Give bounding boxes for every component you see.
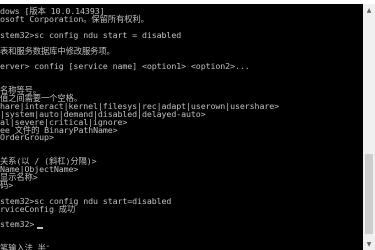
vertical-scrollbar[interactable]: ▲ ▼ [363, 4, 375, 250]
text-cursor [37, 227, 43, 229]
console-line: stem32> [0, 219, 35, 230]
console-line: 码> [0, 179, 14, 190]
console-output[interactable]: dows [版本 10.0.14393] osoft Corporation。保留… [0, 4, 363, 250]
scroll-up-button[interactable]: ▲ [363, 4, 375, 16]
console-line: 笔输入法 半： [0, 243, 55, 250]
console-line: OrderGroup> [0, 132, 54, 143]
console-line: erver> config [service name] <option1> <… [0, 61, 250, 72]
console-line: 表和服务数据库中修改服务项。 [0, 45, 115, 56]
triangle-down-icon: ▼ [366, 240, 372, 248]
scroll-down-button[interactable]: ▼ [363, 238, 375, 250]
console-line: rviceConfig 成功 [0, 203, 76, 214]
triangle-up-icon: ▲ [366, 6, 372, 14]
console-line: stem32>sc config ndu start = disabled [0, 29, 182, 40]
console-window: dows [版本 10.0.14393] osoft Corporation。保留… [0, 0, 375, 250]
console-line: osoft Corporation。保留所有权利。 [0, 13, 149, 24]
scroll-thumb[interactable] [365, 154, 373, 234]
